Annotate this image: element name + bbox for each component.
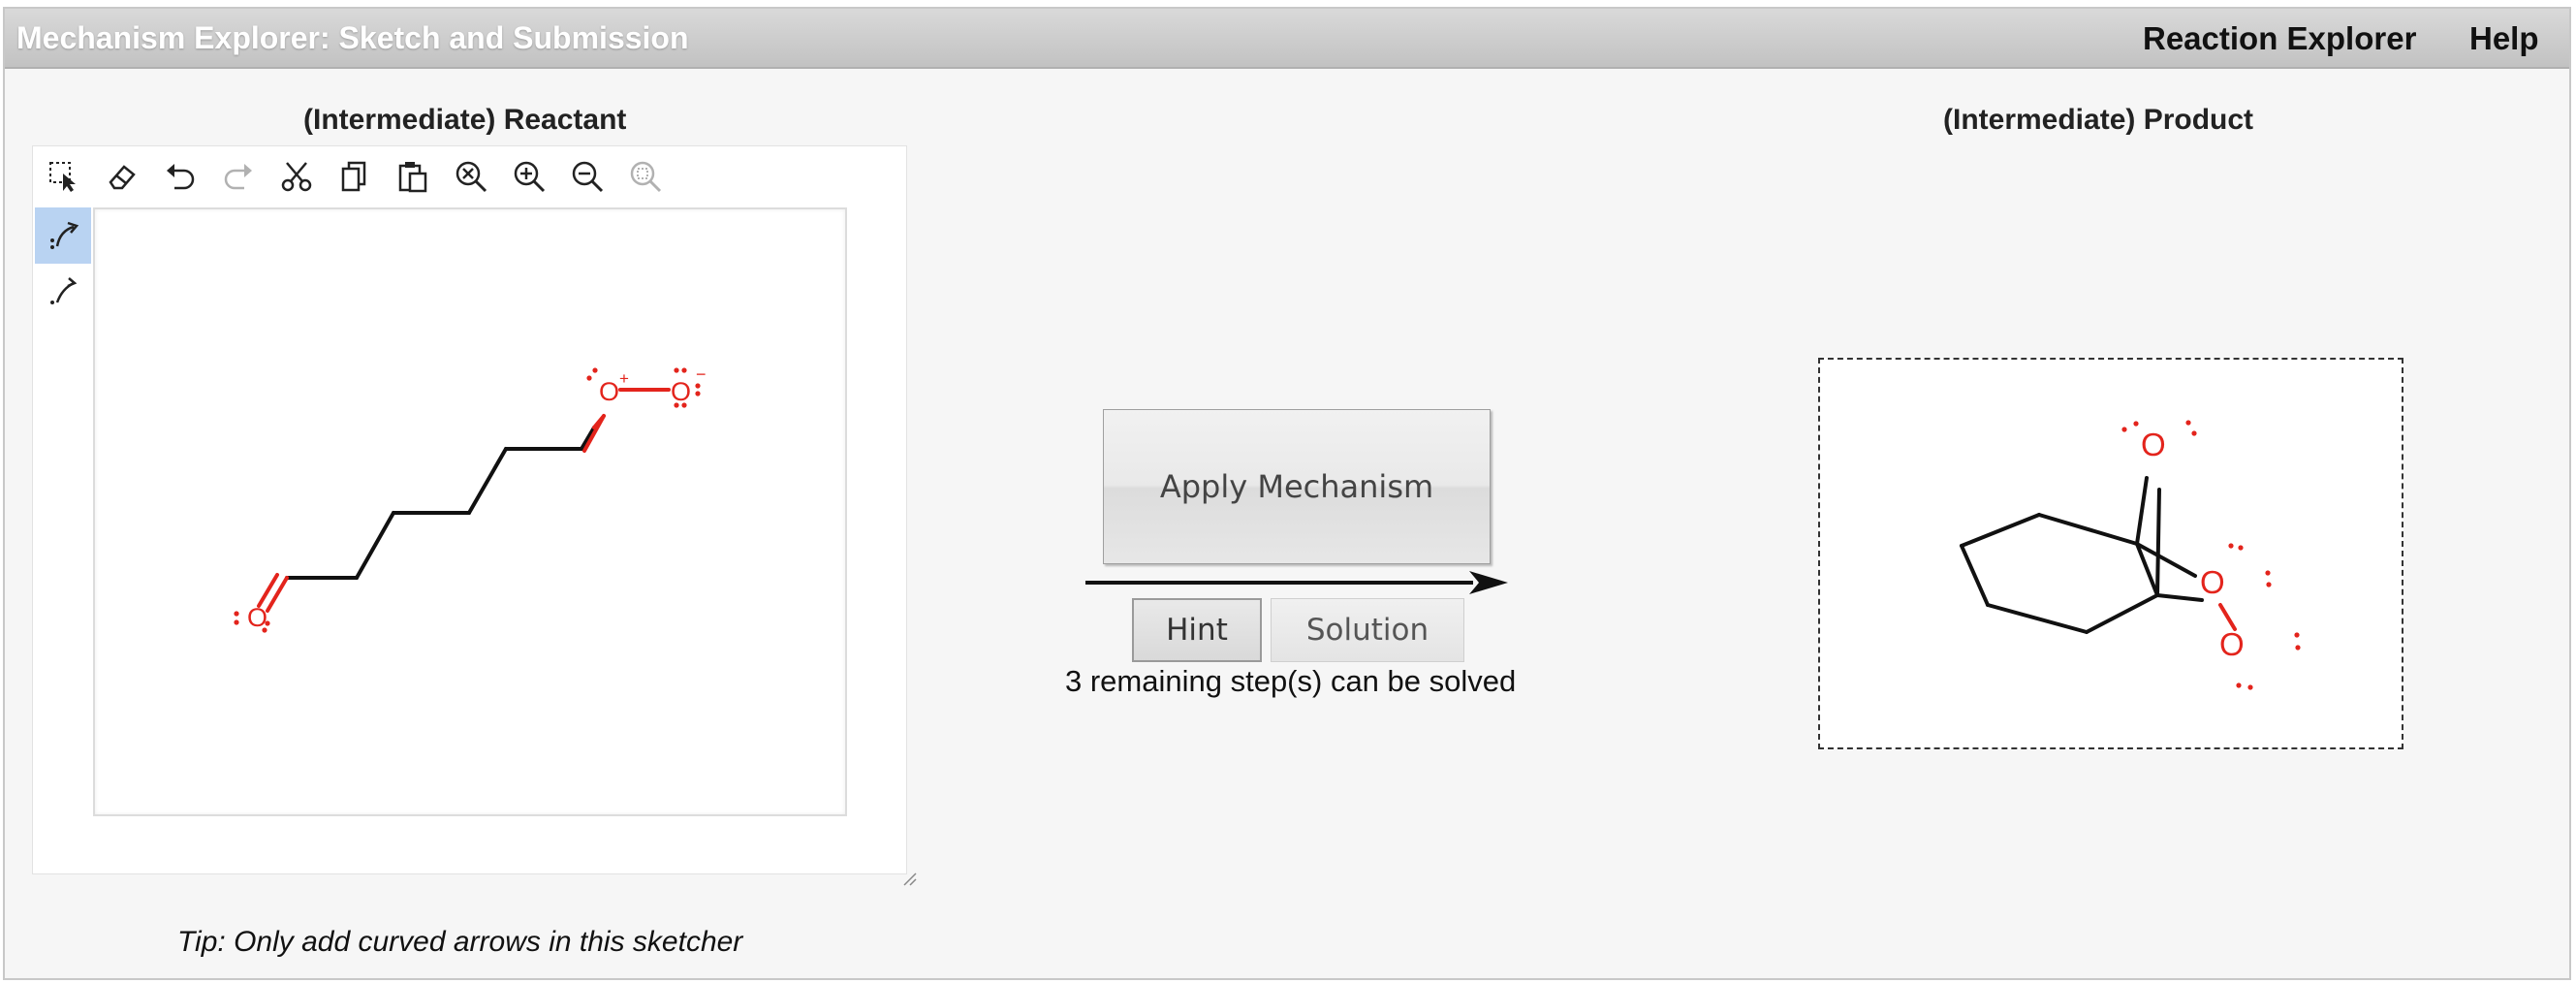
product-oxygen-bottom-label: O	[2219, 626, 2245, 662]
cut-icon[interactable]	[273, 154, 320, 199]
paste-icon[interactable]	[390, 154, 436, 199]
apply-mechanism-button[interactable]: Apply Mechanism	[1103, 409, 1491, 564]
sketcher-tip: Tip: Only add curved arrows in this sket…	[177, 926, 743, 958]
title-bar: Mechanism Explorer: Sketch and Submissio…	[5, 9, 2569, 69]
zoom-reset-icon[interactable]	[622, 154, 669, 199]
solution-button[interactable]: Solution	[1271, 598, 1464, 662]
product-molecule: O O O	[1960, 420, 2301, 690]
undo-icon[interactable]	[157, 154, 204, 199]
sketch-canvas[interactable]: O O + O −	[93, 207, 847, 816]
reactant-molecule: O O + O −	[234, 365, 707, 633]
reactant-heading: (Intermediate) Reactant	[303, 104, 627, 136]
ozonide-oxygen-center-label: O	[599, 377, 619, 406]
sketcher-toolbar	[33, 146, 906, 205]
app-window: Mechanism Explorer: Sketch and Submissio…	[3, 7, 2571, 980]
single-electron-arrow-icon[interactable]	[35, 264, 91, 320]
nav-reaction-explorer[interactable]: Reaction Explorer	[2143, 20, 2416, 57]
eraser-icon[interactable]	[99, 154, 145, 199]
product-oxygen-middle-label: O	[2200, 564, 2225, 600]
copy-icon[interactable]	[331, 154, 378, 199]
nav-help[interactable]: Help	[2469, 20, 2539, 57]
remaining-steps-text: 3 remaining step(s) can be solved	[1065, 664, 1517, 698]
electron-pair-arrow-icon[interactable]	[35, 207, 91, 264]
product-oxygen-top-label: O	[2141, 427, 2166, 462]
clear-icon[interactable]	[448, 154, 494, 199]
zoom-in-icon[interactable]	[506, 154, 552, 199]
app-title: Mechanism Explorer: Sketch and Submissio…	[16, 20, 689, 55]
arrow-tool-panel	[35, 207, 91, 320]
product-heading: (Intermediate) Product	[1943, 104, 2254, 136]
minus-charge-label: −	[696, 365, 707, 384]
ozonide-oxygen-terminal-label: O	[671, 377, 691, 406]
reactant-sketcher: O O + O −	[32, 145, 917, 886]
reaction-arrow-icon	[1085, 571, 1508, 594]
zoom-out-icon[interactable]	[564, 154, 611, 199]
hint-button[interactable]: Hint	[1132, 598, 1262, 662]
resize-grip-icon[interactable]	[900, 870, 918, 887]
plus-charge-label: +	[619, 369, 629, 388]
redo-icon[interactable]	[215, 154, 262, 199]
product-structure-box: O O O	[1818, 358, 2403, 749]
select-icon[interactable]	[41, 154, 87, 199]
